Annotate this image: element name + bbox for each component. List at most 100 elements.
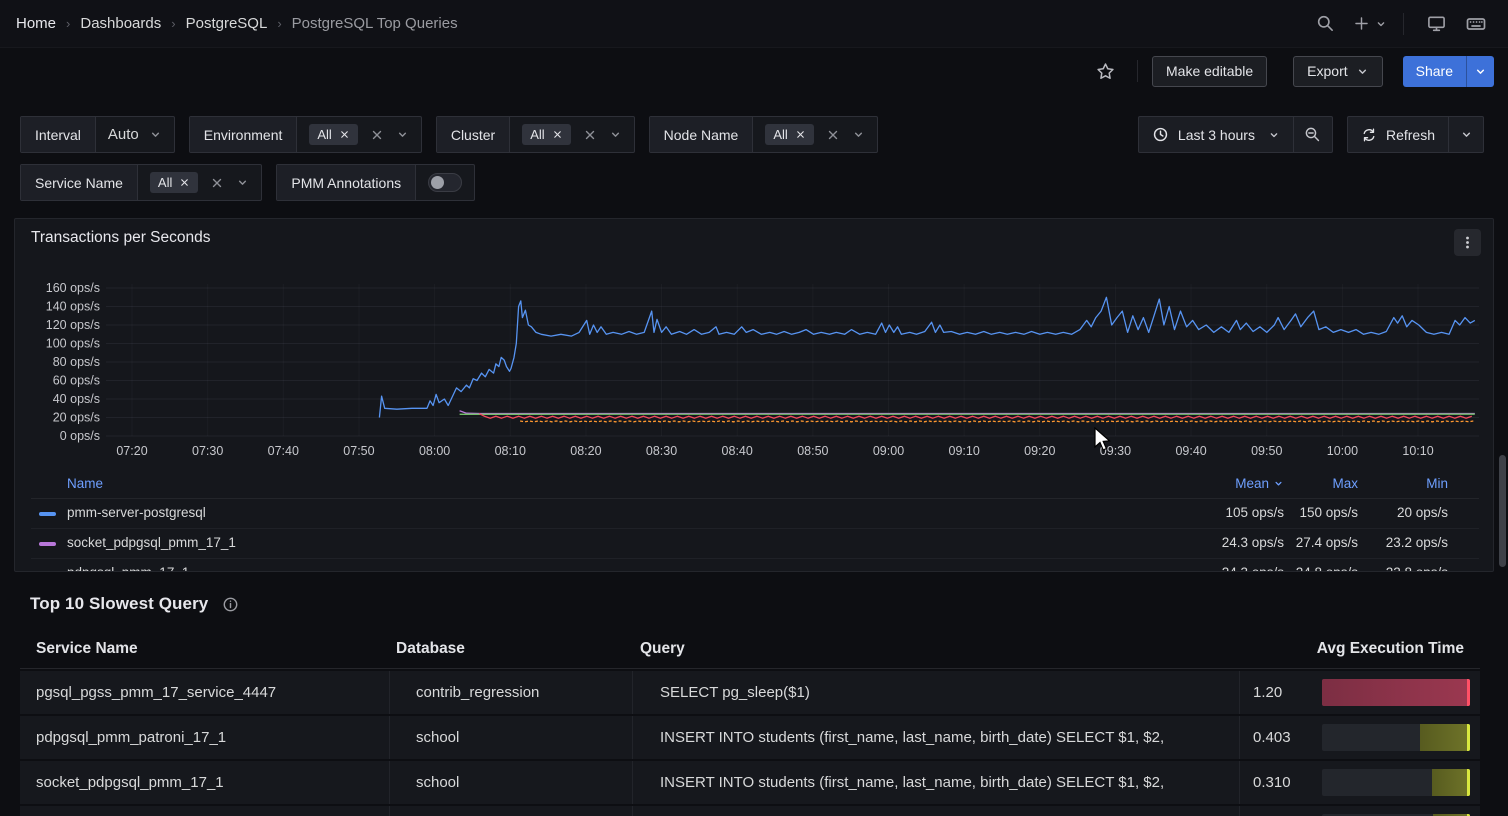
x-axis-tick-label: 09:30 [1100, 444, 1131, 458]
series-color-swatch[interactable] [39, 542, 56, 546]
clear-selection-icon[interactable] [826, 128, 840, 142]
column-header-service-name[interactable]: Service Name [36, 640, 138, 658]
chevron-down-icon [1268, 129, 1280, 141]
y-axis-tick-label: 0 ops/s [60, 429, 100, 443]
table-row[interactable]: pdpgsql_pmm_patroni_17_1schoolINSERT INT… [20, 716, 1480, 759]
cell-database: contrib_regression [390, 671, 633, 714]
share-menu-button[interactable] [1466, 56, 1494, 87]
x-axis-tick-label: 09:40 [1175, 444, 1206, 458]
divider [1137, 60, 1138, 82]
gauge-fill [1420, 724, 1470, 751]
clear-selection-icon[interactable] [583, 128, 597, 142]
make-editable-button[interactable]: Make editable [1152, 56, 1267, 87]
filter-chip-all[interactable]: All [522, 124, 570, 145]
remove-chip-icon[interactable] [552, 129, 563, 140]
share-button[interactable]: Share [1403, 56, 1466, 87]
filter-value-interval[interactable]: Auto [96, 117, 174, 152]
series-name[interactable]: pdpgsql_pmm_17_1 [67, 565, 189, 572]
legend-row: socket_pdpgsql_pmm_17_124.3 ops/s27.4 op… [31, 529, 1479, 559]
remove-chip-icon[interactable] [179, 177, 190, 188]
execution-time-gauge [1322, 769, 1470, 796]
chevron-down-icon[interactable] [236, 176, 249, 189]
share-label: Share [1416, 63, 1453, 79]
remove-chip-icon[interactable] [795, 129, 806, 140]
filter-chip-all[interactable]: All [309, 124, 357, 145]
clear-selection-icon[interactable] [370, 128, 384, 142]
cell-database: school [390, 716, 633, 759]
clock-icon [1152, 126, 1169, 143]
chevron-down-icon[interactable] [396, 128, 409, 141]
cell-service-name: socket_pdpgsql_pmm_17_1 [20, 761, 390, 804]
execution-time-gauge [1322, 724, 1470, 751]
pmm-annotations-toggle[interactable] [428, 173, 462, 192]
zoom-out-button[interactable] [1294, 117, 1332, 152]
filter-interval: IntervalAuto [20, 116, 175, 153]
breadcrumb-item[interactable]: Dashboards [80, 15, 161, 32]
breadcrumb-item[interactable]: PostgreSQL Top Queries [292, 15, 458, 32]
filter-value-cluster[interactable]: All [510, 117, 633, 152]
refresh-button[interactable]: Refresh [1348, 117, 1448, 152]
x-axis-tick-label: 09:50 [1251, 444, 1282, 458]
x-axis-tick-label: 08:50 [797, 444, 828, 458]
time-range-picker[interactable]: Last 3 hours [1139, 117, 1293, 152]
remove-chip-icon[interactable] [339, 129, 350, 140]
filter-label-environment: Environment [190, 117, 298, 152]
transactions-panel: Transactions per Seconds 0 ops/s20 ops/s… [14, 218, 1494, 572]
filter-value-node-name[interactable]: All [753, 117, 876, 152]
cell-avg-execution-time: 1.20 [1253, 671, 1313, 714]
time-range-control: Last 3 hours [1138, 116, 1333, 153]
table-row[interactable]: pgsql_pgss_pmm_17_service_4447contrib_re… [20, 671, 1480, 714]
chevron-down-icon [149, 128, 162, 141]
x-axis-tick-label: 10:00 [1327, 444, 1358, 458]
star-icon[interactable] [1089, 55, 1121, 87]
table-row[interactable]: socket_pdpgsql_pmm_17_1schoolINSERT INTO… [20, 761, 1480, 804]
filter-chip-all[interactable]: All [765, 124, 813, 145]
filter-value-pmm-annotations[interactable] [416, 165, 474, 200]
legend-sort-max[interactable]: Max [1258, 476, 1358, 491]
breadcrumb-item[interactable]: PostgreSQL [186, 15, 268, 32]
search-icon[interactable] [1309, 8, 1341, 40]
x-axis-tick-label: 08:20 [570, 444, 601, 458]
panel-title[interactable]: Transactions per Seconds [31, 229, 211, 247]
filter-chip-all[interactable]: All [150, 172, 198, 193]
breadcrumb-separator: › [277, 16, 281, 31]
chevron-down-icon[interactable] [852, 128, 865, 141]
filter-value-service-name[interactable]: All [138, 165, 261, 200]
export-button[interactable]: Export [1293, 56, 1382, 87]
kebab-menu-icon[interactable] [1454, 229, 1481, 256]
tps-chart[interactable]: 0 ops/s20 ops/s40 ops/s60 ops/s80 ops/s1… [15, 263, 1494, 471]
refresh-interval-button[interactable] [1449, 117, 1483, 152]
legend-stat-value: 23.2 ops/s [1348, 535, 1448, 550]
legend-sort-min[interactable]: Min [1348, 476, 1448, 491]
add-menu-button[interactable] [1349, 8, 1387, 40]
table-row[interactable]: pdpgsql_pmm_17_1schoolINSERT INTO studen… [20, 806, 1480, 816]
series-color-swatch[interactable] [39, 512, 56, 516]
keyboard-icon[interactable] [1460, 8, 1492, 40]
scrollbar-thumb[interactable] [1499, 455, 1506, 567]
chip-label: All [158, 175, 172, 190]
y-axis-tick-label: 160 ops/s [46, 281, 100, 295]
breadcrumb-item[interactable]: Home [16, 15, 56, 32]
plus-icon[interactable] [1349, 8, 1373, 40]
clear-selection-icon[interactable] [210, 176, 224, 190]
breadcrumb-separator: › [171, 16, 175, 31]
chevron-down-icon[interactable] [609, 128, 622, 141]
column-header-database[interactable]: Database [396, 640, 465, 658]
series-name[interactable]: pmm-server-postgresql [67, 505, 206, 520]
x-axis-tick-label: 09:00 [873, 444, 904, 458]
filter-cluster: ClusterAll [436, 116, 635, 153]
column-header-avg-execution-time[interactable]: Avg Execution Time [1317, 640, 1464, 658]
x-axis-tick-label: 07:30 [192, 444, 223, 458]
series-name[interactable]: socket_pdpgsql_pmm_17_1 [67, 535, 236, 550]
x-axis-tick-label: 07:50 [343, 444, 374, 458]
legend-sort-name[interactable]: Name [67, 476, 103, 491]
cell-avg-execution-time: 0.310 [1253, 761, 1313, 804]
x-axis-tick-label: 08:00 [419, 444, 450, 458]
legend-stat-value: 20 ops/s [1348, 505, 1448, 520]
cell-service-name: pgsql_pgss_pmm_17_service_4447 [20, 671, 390, 714]
info-icon[interactable] [222, 596, 239, 613]
filter-value-environment[interactable]: All [297, 117, 420, 152]
cell-service-name: pdpgsql_pmm_17_1 [20, 806, 390, 816]
monitor-icon[interactable] [1420, 8, 1452, 40]
column-header-query[interactable]: Query [640, 640, 685, 658]
